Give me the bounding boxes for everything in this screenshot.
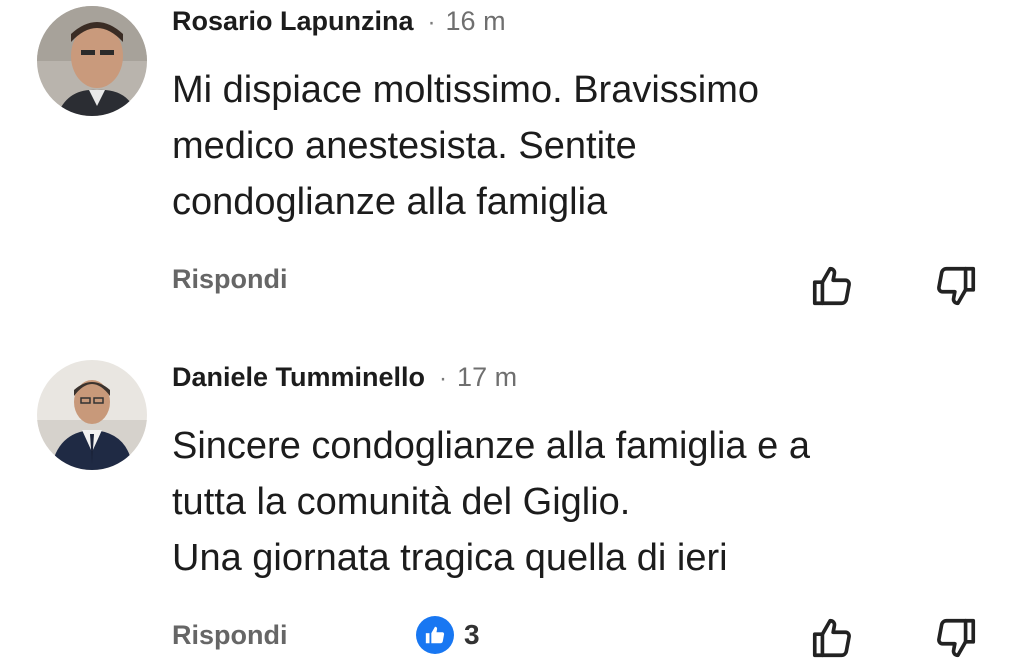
comment-text: Mi dispiace moltissimo. Bravissimo medic… — [172, 62, 759, 230]
comment-text-line: Sincere condoglianze alla famiglia e a — [172, 425, 810, 467]
downvote-button[interactable] — [930, 612, 982, 664]
comment-text-line: medico anestesista. Sentite — [172, 125, 637, 167]
comment-2: Daniele Tumminello · 17 m Sincere condog… — [0, 330, 1024, 670]
thumbs-up-icon — [812, 618, 851, 658]
comment-text: Sincere condoglianze alla famiglia e a t… — [172, 418, 810, 586]
reaction-count: 3 — [464, 619, 480, 650]
timestamp: 17 m — [457, 362, 518, 392]
separator-dot: · — [427, 9, 436, 36]
comment-text-line: tutta la comunità del Giglio. — [172, 481, 631, 523]
downvote-button[interactable] — [930, 260, 982, 312]
separator-dot: · — [439, 365, 448, 392]
thumbs-down-icon — [937, 266, 976, 306]
author-line: Daniele Tumminello · 17 m — [172, 362, 517, 393]
comment-text-line: Una giornata tragica quella di ieri — [172, 537, 728, 579]
reply-button[interactable]: Rispondi — [172, 264, 288, 295]
avatar[interactable] — [37, 6, 147, 116]
like-reaction-icon — [416, 616, 454, 654]
reply-button[interactable]: Rispondi — [172, 620, 288, 651]
avatar[interactable] — [37, 360, 147, 470]
comment-text-line: Mi dispiace moltissimo. Bravissimo — [172, 69, 760, 111]
reactions-summary[interactable]: 3 — [416, 616, 480, 654]
author-line: Rosario Lapunzina · 16 m — [172, 6, 506, 37]
upvote-button[interactable] — [806, 612, 858, 664]
upvote-button[interactable] — [806, 260, 858, 312]
thumbs-down-icon — [937, 618, 976, 658]
timestamp: 16 m — [445, 6, 506, 36]
comment-1: Rosario Lapunzina · 16 m Mi dispiace mol… — [0, 0, 1024, 330]
thumbs-up-icon — [812, 266, 851, 306]
author-name[interactable]: Rosario Lapunzina — [172, 6, 414, 37]
author-name[interactable]: Daniele Tumminello — [172, 362, 425, 393]
comment-text-line: condoglianze alla famiglia — [172, 181, 608, 223]
